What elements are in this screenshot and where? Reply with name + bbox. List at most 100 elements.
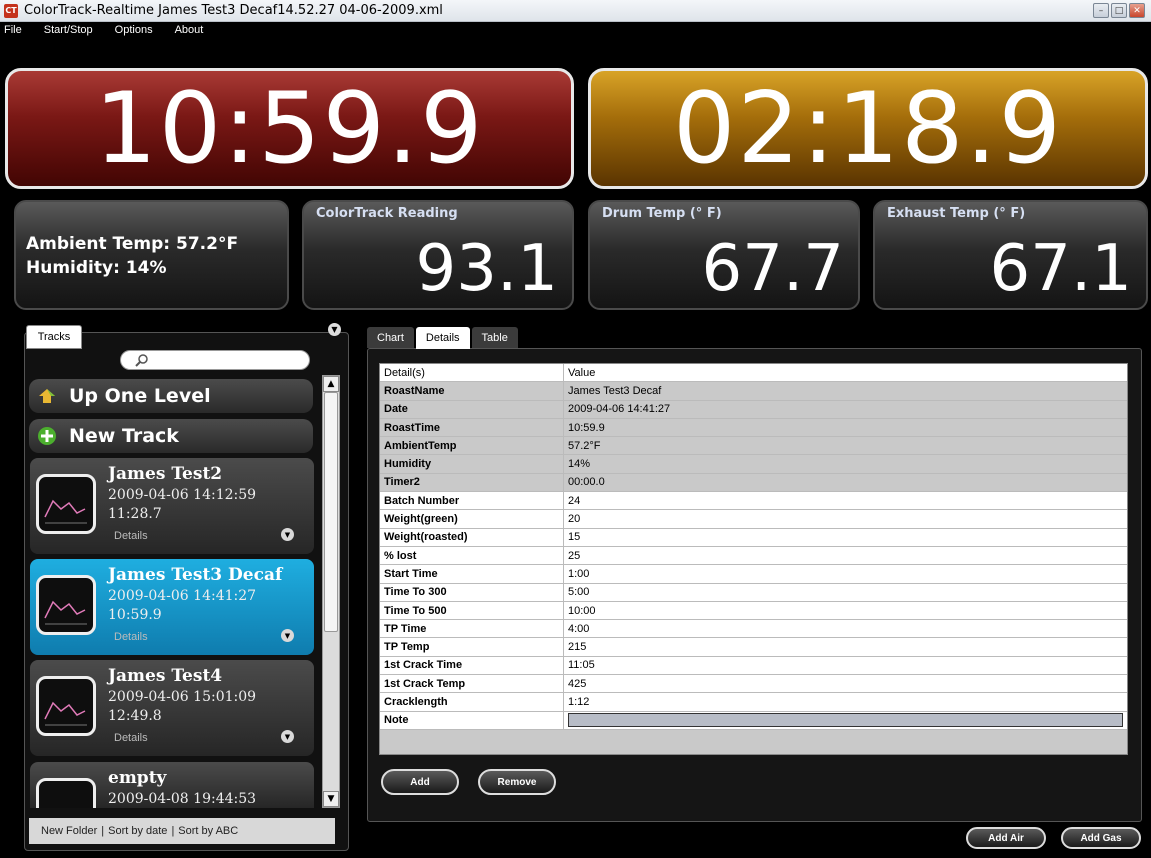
new-track-button[interactable]: New Track bbox=[29, 419, 313, 453]
track-date: 2009-04-06 14:41:27 bbox=[108, 588, 257, 604]
collapse-chevron-icon[interactable]: ▼ bbox=[328, 323, 341, 336]
table-row[interactable]: Timer2 00:00.0 bbox=[380, 473, 1127, 493]
track-item[interactable]: James Test4 2009-04-06 15:01:09 12:49.8 … bbox=[30, 660, 314, 756]
chart-thumbnail-icon bbox=[36, 575, 96, 635]
sort-by-abc-link[interactable]: Sort by ABC bbox=[178, 825, 238, 837]
chevron-down-icon[interactable]: ▼ bbox=[281, 629, 294, 642]
row-value[interactable]: James Test3 Decaf bbox=[564, 382, 1127, 399]
new-folder-link[interactable]: New Folder bbox=[41, 825, 97, 837]
table-row[interactable]: Time To 300 5:00 bbox=[380, 583, 1127, 602]
table-row[interactable]: Start Time 1:00 bbox=[380, 565, 1127, 584]
tab-chart[interactable]: Chart bbox=[367, 327, 414, 348]
row-value[interactable] bbox=[564, 712, 1127, 729]
table-row[interactable]: TP Time 4:00 bbox=[380, 620, 1127, 639]
maximize-icon[interactable]: □ bbox=[1111, 3, 1127, 18]
table-row[interactable]: Weight(roasted) 15 bbox=[380, 528, 1127, 547]
track-item[interactable]: empty 2009-04-08 19:44:53 bbox=[30, 762, 314, 808]
separator: | bbox=[101, 825, 105, 837]
track-item[interactable]: James Test2 2009-04-06 14:12:59 11:28.7 … bbox=[30, 458, 314, 554]
table-row[interactable]: Cracklength 1:12 bbox=[380, 693, 1127, 712]
row-value[interactable]: 14% bbox=[564, 455, 1127, 472]
grid-header: Detail(s) Value bbox=[380, 364, 1127, 383]
search-icon bbox=[135, 354, 148, 367]
chart-thumbnail-icon bbox=[36, 474, 96, 534]
row-value[interactable]: 25 bbox=[564, 547, 1127, 564]
title-bar: CT ColorTrack-Realtime James Test3 Decaf… bbox=[0, 0, 1151, 22]
table-row[interactable]: % lost 25 bbox=[380, 546, 1127, 566]
table-row[interactable]: AmbientTemp 57.2°F bbox=[380, 437, 1127, 456]
track-search-input[interactable] bbox=[120, 350, 310, 370]
row-value[interactable]: 1:12 bbox=[564, 693, 1127, 710]
row-value[interactable]: 20 bbox=[564, 510, 1127, 527]
row-value[interactable]: 11:05 bbox=[564, 657, 1127, 674]
row-key: Date bbox=[380, 400, 564, 418]
row-value[interactable]: 4:00 bbox=[564, 620, 1127, 637]
table-row[interactable]: Note bbox=[380, 711, 1127, 730]
humidity-text: Humidity: 14% bbox=[26, 258, 167, 278]
row-value[interactable]: 10:00 bbox=[564, 602, 1127, 619]
row-key: Weight(roasted) bbox=[380, 528, 564, 546]
add-button[interactable]: Add bbox=[381, 769, 459, 795]
column-header-value[interactable]: Value bbox=[564, 364, 1127, 381]
table-row[interactable]: TP Temp 215 bbox=[380, 638, 1127, 657]
close-icon[interactable]: ✕ bbox=[1129, 3, 1145, 18]
new-track-label: New Track bbox=[69, 425, 179, 447]
table-row[interactable]: Humidity 14% bbox=[380, 455, 1127, 474]
menu-about[interactable]: About bbox=[175, 22, 204, 36]
track-details-link[interactable]: Details bbox=[114, 530, 148, 542]
menu-file[interactable]: File bbox=[4, 22, 22, 36]
plus-icon bbox=[38, 427, 56, 445]
drum-temp-value: 67.7 bbox=[701, 232, 845, 306]
window-title: ColorTrack-Realtime James Test3 Decaf14.… bbox=[24, 3, 443, 18]
track-item-selected[interactable]: James Test3 Decaf 2009-04-06 14:41:27 10… bbox=[30, 559, 314, 655]
table-row[interactable]: RoastName James Test3 Decaf bbox=[380, 382, 1127, 401]
chevron-down-icon[interactable]: ▼ bbox=[281, 730, 294, 743]
row-key: Time To 300 bbox=[380, 583, 564, 601]
track-details-link[interactable]: Details bbox=[114, 631, 148, 643]
menu-start-stop[interactable]: Start/Stop bbox=[44, 22, 93, 36]
tab-table[interactable]: Table bbox=[471, 327, 518, 348]
tracks-scrollbar[interactable]: ▲ ▼ bbox=[322, 375, 340, 808]
table-row[interactable]: RoastTime 10:59.9 bbox=[380, 418, 1127, 438]
row-value[interactable]: 24 bbox=[564, 492, 1127, 509]
up-one-level-label: Up One Level bbox=[69, 385, 211, 407]
up-one-level-button[interactable]: Up One Level bbox=[29, 379, 313, 413]
minimize-icon[interactable]: – bbox=[1093, 3, 1109, 18]
row-key: RoastTime bbox=[380, 418, 564, 437]
table-row[interactable]: Time To 500 10:00 bbox=[380, 601, 1127, 621]
note-input[interactable] bbox=[568, 713, 1123, 728]
tab-details[interactable]: Details bbox=[415, 327, 470, 349]
column-header-detail[interactable]: Detail(s) bbox=[380, 364, 564, 382]
table-row[interactable]: 1st Crack Temp 425 bbox=[380, 675, 1127, 694]
tab-tracks[interactable]: Tracks bbox=[26, 325, 82, 349]
add-gas-button[interactable]: Add Gas bbox=[1061, 827, 1141, 849]
row-value[interactable]: 2009-04-06 14:41:27 bbox=[564, 401, 1127, 418]
colortrack-label: ColorTrack Reading bbox=[316, 206, 458, 221]
row-value[interactable]: 57.2°F bbox=[564, 437, 1127, 454]
row-value[interactable]: 5:00 bbox=[564, 584, 1127, 601]
add-air-button[interactable]: Add Air bbox=[966, 827, 1046, 849]
row-value[interactable]: 425 bbox=[564, 675, 1127, 692]
table-row[interactable]: Weight(green) 20 bbox=[380, 510, 1127, 529]
row-key: RoastName bbox=[380, 382, 564, 400]
separator: | bbox=[171, 825, 175, 837]
scroll-up-icon[interactable]: ▲ bbox=[323, 376, 339, 392]
sort-by-date-link[interactable]: Sort by date bbox=[108, 825, 167, 837]
table-row[interactable]: Date 2009-04-06 14:41:27 bbox=[380, 400, 1127, 419]
scroll-thumb[interactable] bbox=[324, 392, 338, 632]
table-row[interactable]: Batch Number 24 bbox=[380, 492, 1127, 511]
chevron-down-icon[interactable]: ▼ bbox=[281, 528, 294, 541]
row-value[interactable]: 00:00.0 bbox=[564, 474, 1127, 491]
remove-button[interactable]: Remove bbox=[478, 769, 556, 795]
scroll-down-icon[interactable]: ▼ bbox=[323, 791, 339, 807]
track-details-link[interactable]: Details bbox=[114, 732, 148, 744]
row-key: Note bbox=[380, 711, 564, 729]
row-value[interactable]: 1:00 bbox=[564, 565, 1127, 582]
secondary-timer-display: 02:18.9 bbox=[588, 68, 1148, 189]
table-row[interactable]: 1st Crack Time 11:05 bbox=[380, 656, 1127, 676]
row-value[interactable]: 15 bbox=[564, 529, 1127, 546]
menu-options[interactable]: Options bbox=[115, 22, 153, 36]
app-icon: CT bbox=[4, 3, 18, 18]
row-value[interactable]: 215 bbox=[564, 638, 1127, 655]
row-value[interactable]: 10:59.9 bbox=[564, 419, 1127, 436]
